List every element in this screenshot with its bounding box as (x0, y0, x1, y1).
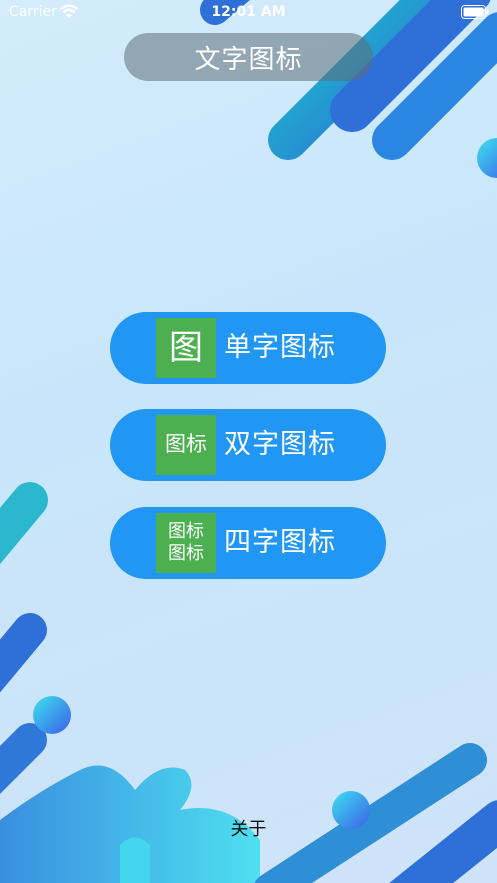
four-char-icon-button[interactable]: 图标 图标 四字图标 (110, 507, 386, 579)
icon-preview-line: 图标 (168, 521, 204, 543)
four-char-icon-preview: 图标 图标 (156, 513, 216, 573)
icon-preview-line: 图标 (165, 432, 207, 457)
decor-ball-top-right (477, 138, 497, 178)
single-char-icon-label: 单字图标 (224, 332, 336, 363)
decor-ball-left (33, 696, 71, 734)
double-char-icon-button[interactable]: 图标 双字图标 (110, 409, 386, 481)
page-title-pill: 文字图标 (124, 33, 373, 81)
four-char-icon-label: 四字图标 (224, 527, 336, 558)
single-char-icon-preview: 图 (156, 318, 216, 378)
battery-icon (461, 5, 489, 19)
page-title: 文字图标 (194, 44, 303, 75)
double-char-icon-preview: 图标 (156, 415, 216, 475)
icon-preview-line: 图标 (168, 543, 204, 564)
double-char-icon-label: 双字图标 (224, 429, 336, 460)
single-char-icon-button[interactable]: 图 单字图标 (110, 312, 386, 384)
status-time: 12:01 AM (211, 4, 286, 20)
status-bar: Carrier 12:01 AM (0, 0, 497, 26)
icon-preview-line: 图 (169, 327, 203, 368)
about-link[interactable]: 关于 (0, 815, 497, 841)
app-screen: Carrier 12:01 AM 文字图标 图 单字图标 图标 双字图标 图标 (0, 0, 497, 883)
